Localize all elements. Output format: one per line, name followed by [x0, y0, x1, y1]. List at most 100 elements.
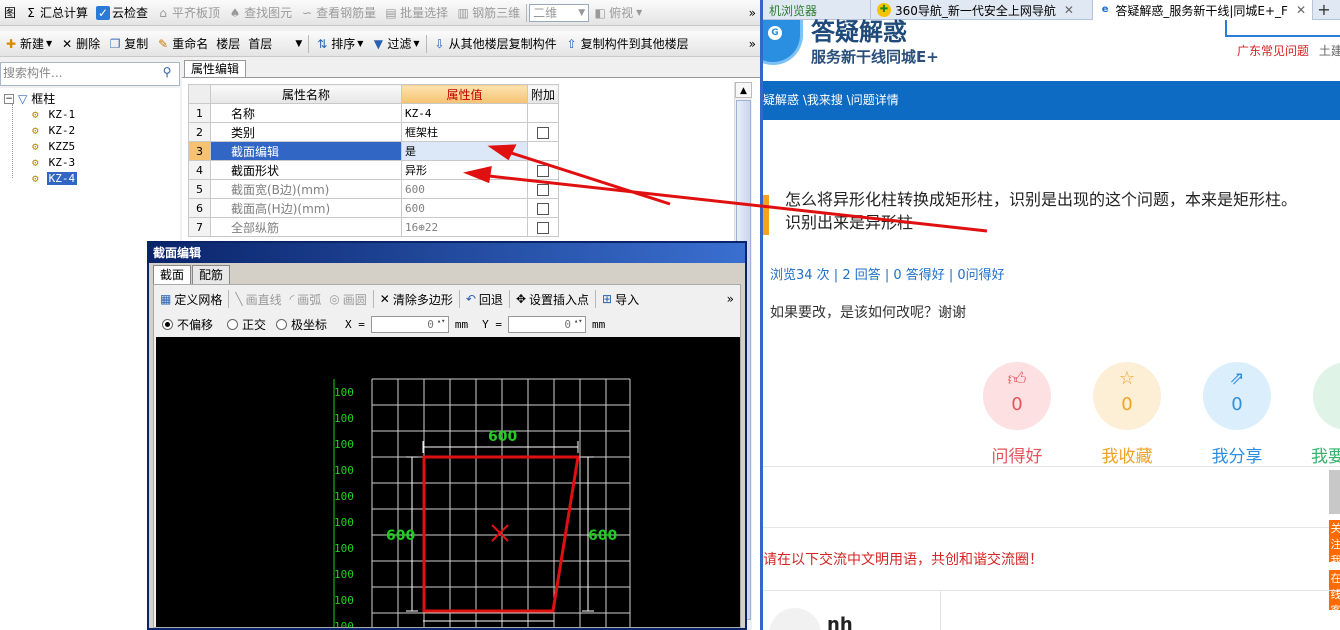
tree-item-kz-4[interactable]: ⚙ KZ-4 — [32, 170, 78, 186]
favorite-button[interactable]: ☆ 0 我收藏 — [1077, 362, 1177, 467]
view-mode-dropdown[interactable]: ◧ 俯视 ▼ — [589, 2, 646, 24]
delete-button[interactable]: ✕ 删除 — [56, 33, 104, 55]
side-scroll-widget[interactable] — [1329, 470, 1340, 514]
thumbs-up-icon: 👍︎ — [1007, 369, 1027, 390]
table-row[interactable]: 7 全部纵筋 16⊕22 — [188, 217, 560, 237]
extra-checkbox[interactable] — [537, 183, 549, 196]
align-slab-top-button[interactable]: ⌂ 平齐板顶 — [152, 2, 224, 24]
username[interactable]: nh — [827, 614, 853, 630]
browser-tab-active[interactable]: e 答疑解惑_服务新干线|同城E+_F ✕ — [1093, 0, 1313, 20]
copy-from-floor-button[interactable]: ⇩ 从其他楼层复制构件 — [429, 33, 561, 55]
dialog-toolbar-overflow[interactable]: » — [723, 292, 738, 306]
prop-value-cell[interactable]: 600 — [401, 179, 528, 199]
search-icon[interactable]: ⚲ — [157, 65, 177, 83]
extra-checkbox[interactable] — [537, 221, 549, 234]
site-search-frame[interactable] — [1225, 20, 1340, 37]
draw-line-button[interactable]: ╲ 画直线 — [231, 291, 285, 308]
rename-button[interactable]: ✎ 重命名 — [152, 33, 212, 55]
sort-button[interactable]: ⇅ 排序 ▼ — [311, 33, 367, 55]
tree-item-kz-2[interactable]: ⚙ KZ-2 — [32, 122, 77, 138]
prop-name-cell: 类别 — [210, 122, 402, 142]
y-offset-input[interactable]: 0 — [508, 315, 587, 333]
define-grid-button[interactable]: ▦ 定义网格 — [156, 291, 226, 308]
site-logo-icon[interactable]: G — [763, 20, 803, 65]
table-row[interactable]: 1 名称 KZ-4 — [188, 103, 560, 123]
side-tab-follow[interactable]: 关注我 — [1329, 520, 1340, 567]
table-row[interactable]: 5 截面宽(B边)(mm) 600 — [188, 179, 560, 199]
import-button[interactable]: ⊞ 导入 — [598, 291, 643, 308]
close-tab-icon[interactable]: ✕ — [1064, 3, 1074, 17]
filter-button[interactable]: ▼ 过滤 ▼ — [367, 33, 423, 55]
tree-root-label: 框柱 — [31, 92, 56, 106]
toolbar-overflow-button[interactable]: » — [745, 2, 760, 24]
share-button[interactable]: ⇗ 0 我分享 — [1187, 362, 1287, 467]
avatar[interactable] — [769, 608, 821, 630]
cloud-check-button[interactable]: ✓ 云检查 — [92, 2, 152, 24]
prop-value-cell[interactable]: KZ-4 — [401, 103, 528, 123]
section-svg: 100 100 100 100 100 100 100 100 100 100 — [333, 378, 631, 627]
table-row[interactable]: 4 截面形状 异形 — [188, 160, 560, 180]
tab-property-edit[interactable]: 属性编辑 — [184, 60, 247, 78]
extra-checkbox[interactable] — [537, 126, 549, 139]
prop-value-cell[interactable]: 16⊕22 — [401, 217, 528, 237]
circle-icon: ◎ — [329, 292, 340, 306]
svg-text:100: 100 — [334, 464, 354, 477]
new-button[interactable]: ✚ 新建 ▼ — [0, 33, 56, 55]
floor-select[interactable]: 首层 ▼ — [244, 35, 306, 53]
rename-icon: ✎ — [158, 36, 169, 51]
set-insert-point-button[interactable]: ✥ 设置插入点 — [512, 291, 593, 308]
copy-button[interactable]: ❐ 复制 — [104, 33, 152, 55]
prop-name-cell: 全部纵筋 — [210, 217, 402, 237]
component-toolbar: ✚ 新建 ▼ ✕ 删除 ❐ 复制 ✎ 重命名 楼层 首层 ▼ ⇅ 排序 ▼ ▼ 过滤 ▼ ⇩ 从其他楼… — [0, 31, 760, 57]
section-drawing-canvas[interactable]: 100 100 100 100 100 100 100 100 100 100 — [156, 337, 740, 627]
table-row[interactable]: 2 类别 框架柱 — [188, 122, 560, 142]
prop-name-cell: 截面编辑 — [210, 141, 402, 161]
find-element-button[interactable]: ♠ 查找图元 — [224, 2, 296, 24]
batch-select-button[interactable]: ▤ 批量选择 — [380, 2, 452, 24]
prop-value-cell[interactable]: 600 — [401, 198, 528, 218]
radio-polar[interactable] — [276, 318, 288, 330]
property-table: 属性名称 属性值 附加 1 名称 KZ-4 2 类别 框架柱 3 截面编辑 是 — [188, 84, 560, 237]
region-link-guangdong[interactable]: 广东常见问题 — [1237, 44, 1309, 58]
copy-to-floor-button[interactable]: ⇧ 复制构件到其他楼层 — [561, 33, 693, 55]
summary-calc-button[interactable]: Σ 汇总计算 — [20, 2, 92, 24]
close-tab-icon[interactable]: ✕ — [1296, 3, 1306, 17]
tab-rebar[interactable]: 配筋 — [192, 265, 231, 285]
collapse-icon[interactable]: − — [4, 93, 14, 104]
svg-text:100: 100 — [334, 386, 354, 399]
radio-orthogonal[interactable] — [227, 318, 239, 330]
table-row[interactable]: 3 截面编辑 是 — [188, 141, 560, 161]
breadcrumb-text[interactable]: 疑解惑 \我来搜 \问题详情 — [763, 93, 899, 107]
radio-no-offset[interactable] — [162, 318, 173, 330]
breadcrumb: 疑解惑 \我来搜 \问题详情 — [763, 81, 1340, 120]
x-offset-input[interactable]: 0 — [370, 315, 449, 333]
draw-arc-button[interactable]: ◜ 画弧 — [286, 291, 326, 308]
draw-circle-button[interactable]: ◎ 画圆 — [325, 291, 371, 308]
table-row[interactable]: 6 截面高(H边)(mm) 600 — [188, 198, 560, 218]
prop-value-cell[interactable]: 是 — [401, 141, 528, 161]
extra-checkbox[interactable] — [537, 164, 549, 177]
tree-item-kzz5[interactable]: ⚙ KZZ5 — [32, 138, 77, 154]
view-select[interactable]: 二维 ▼ — [529, 3, 590, 22]
scroll-up-icon[interactable]: ▲ — [735, 82, 752, 98]
svg-text:100: 100 — [334, 438, 354, 451]
tree-item-kz-3[interactable]: ⚙ KZ-3 — [32, 154, 77, 170]
cloud-check-icon: ✓ — [96, 5, 111, 20]
drawing-button[interactable]: 图 — [0, 2, 20, 24]
view-rebar-button[interactable]: ∽ 查看钢筋量 — [296, 2, 380, 24]
prop-value-cell[interactable]: 异形 — [401, 160, 528, 180]
component-search-input[interactable] — [1, 63, 151, 83]
region-link-civil[interactable]: 土建 — [1319, 44, 1340, 58]
clear-polygon-button[interactable]: ✕ 清除多边形 — [376, 291, 457, 308]
toolbar2-overflow-button[interactable]: » — [745, 33, 760, 55]
extra-checkbox[interactable] — [537, 202, 549, 215]
ask-good-button[interactable]: 👍︎ 0 问得好 — [967, 362, 1067, 467]
prop-value-cell[interactable]: 框架柱 — [401, 122, 528, 142]
site-logo-title[interactable]: 答疑解惑 — [811, 12, 907, 47]
undo-button[interactable]: ↶ 回退 — [462, 291, 507, 308]
new-tab-button[interactable]: + — [1313, 0, 1335, 19]
tree-item-kz-1[interactable]: ⚙ KZ-1 — [32, 106, 77, 122]
answer-button[interactable]: ✎ 我要 — [1297, 362, 1340, 467]
rebar-3d-button[interactable]: ▥ 钢筋三维 — [452, 2, 524, 24]
tab-section[interactable]: 截面 — [153, 265, 192, 285]
